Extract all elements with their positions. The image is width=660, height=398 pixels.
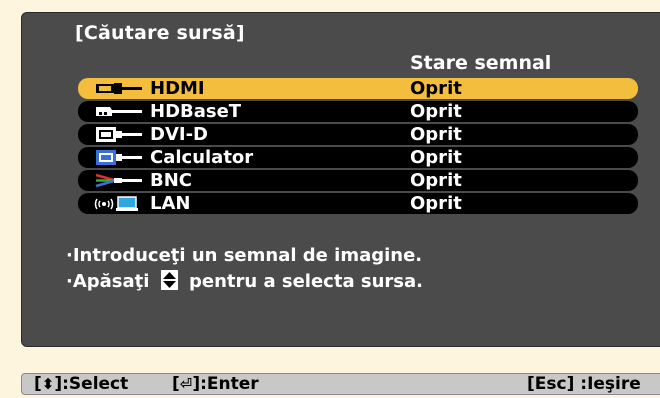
source-item-hdmi[interactable]: HDMI Oprit <box>78 78 638 99</box>
up-down-arrow-icon: ⬍ <box>41 375 55 393</box>
enter-key-hint: [⏎]:Enter <box>172 374 259 394</box>
source-item-dvi-d[interactable]: DVI-D Oprit <box>78 124 638 145</box>
source-status: Oprit <box>410 78 462 99</box>
source-status: Oprit <box>410 147 462 168</box>
source-item-lan[interactable]: LAN Oprit <box>78 193 638 214</box>
lan-icon <box>94 196 138 211</box>
bnc-icon <box>95 173 142 188</box>
panel-title: [Căutare sursă] <box>75 22 245 44</box>
source-label: DVI-D <box>150 124 208 145</box>
source-status: Oprit <box>410 193 462 214</box>
source-label: HDBaseT <box>150 101 242 122</box>
hint-input-signal: ·Introduceţi un semnal de imagine. <box>66 245 423 266</box>
hint-select-source: ·Apăsaţi pentru a selecta sursa. <box>66 270 423 292</box>
signal-status-header: Stare semnal <box>410 52 552 74</box>
source-label: BNC <box>150 170 192 191</box>
source-item-hdbaset[interactable]: HDBaseT Oprit <box>78 101 638 122</box>
select-key-hint: [⬍]:Select <box>34 374 129 394</box>
source-item-computer[interactable]: Calculator Oprit <box>78 147 638 168</box>
status-bar: [⬍]:Select [⏎]:Enter [Esc] :Ieşire <box>21 373 660 395</box>
exit-key-hint: [Esc] :Ieşire <box>527 374 641 394</box>
source-label: HDMI <box>150 78 205 99</box>
source-status: Oprit <box>410 124 462 145</box>
hdbaset-icon <box>96 107 142 116</box>
computer-vga-icon <box>96 150 142 165</box>
source-status: Oprit <box>410 170 462 191</box>
source-status: Oprit <box>410 101 462 122</box>
dvi-icon <box>96 127 142 142</box>
up-down-arrow-icon <box>160 270 178 290</box>
source-label: LAN <box>150 193 191 214</box>
source-list: HDMI Oprit HDBaseT Oprit DVI-D Oprit Cal… <box>78 78 638 216</box>
source-label: Calculator <box>150 147 254 168</box>
source-item-bnc[interactable]: BNC Oprit <box>78 170 638 191</box>
enter-button-icon: ⏎ <box>179 375 193 393</box>
hint-prefix: ·Apăsaţi <box>66 271 150 292</box>
hdmi-icon <box>96 83 142 94</box>
hint-suffix: pentru a selecta sursa. <box>189 271 423 292</box>
